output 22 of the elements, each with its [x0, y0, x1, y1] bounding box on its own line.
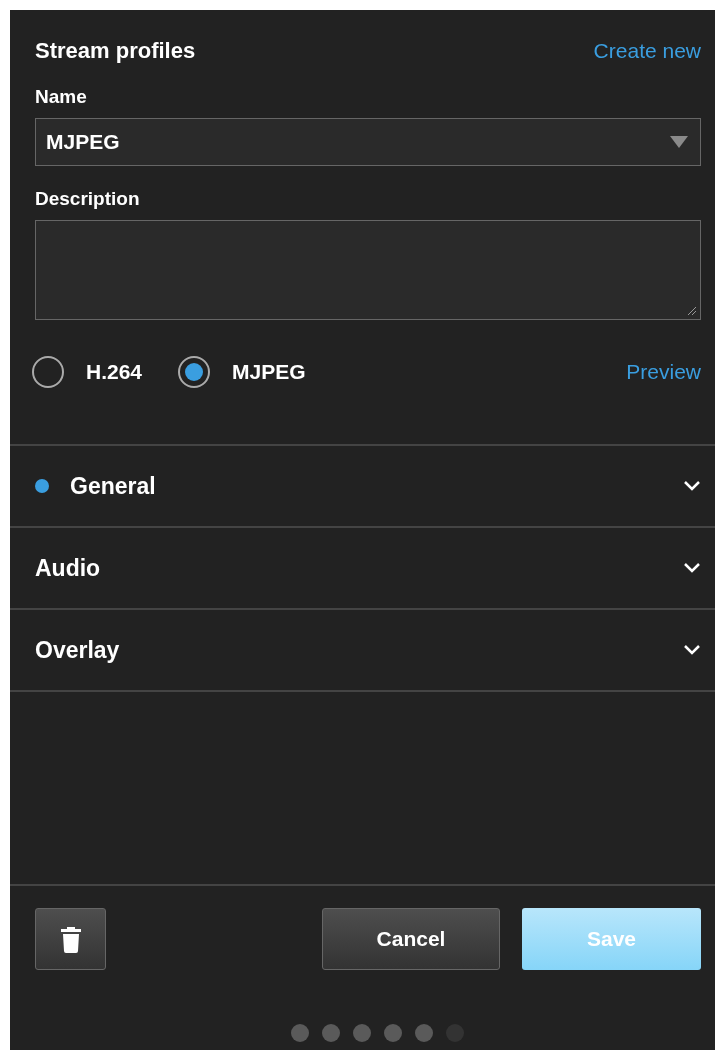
section-header[interactable]: General [10, 446, 715, 528]
radio-button[interactable] [178, 356, 211, 388]
panel-title: Stream profiles [35, 38, 196, 64]
section-header[interactable]: Audio [10, 528, 715, 610]
description-field[interactable] [35, 220, 701, 320]
resize-grip-icon [687, 306, 697, 316]
name-dropdown[interactable]: MJPEG [35, 118, 701, 166]
create-new-link[interactable]: Create new [593, 39, 701, 63]
chevron-icon [683, 644, 701, 656]
dropdown-arrow-icon [670, 136, 688, 148]
field-label: Name [34, 85, 88, 109]
preview-link[interactable]: Preview [626, 360, 701, 384]
radio-button[interactable] [32, 356, 64, 388]
radio-label: MJPEG [232, 360, 306, 384]
trash-icon [60, 925, 81, 953]
chevron-icon [683, 562, 701, 574]
radio-label: H.264 [86, 360, 143, 384]
field-label: Description [34, 187, 141, 211]
section-header[interactable]: Overlay [10, 610, 715, 692]
chevron-icon [683, 480, 701, 492]
cancel-button[interactable]: Cancel [322, 908, 500, 970]
delete-button[interactable] [35, 908, 106, 970]
